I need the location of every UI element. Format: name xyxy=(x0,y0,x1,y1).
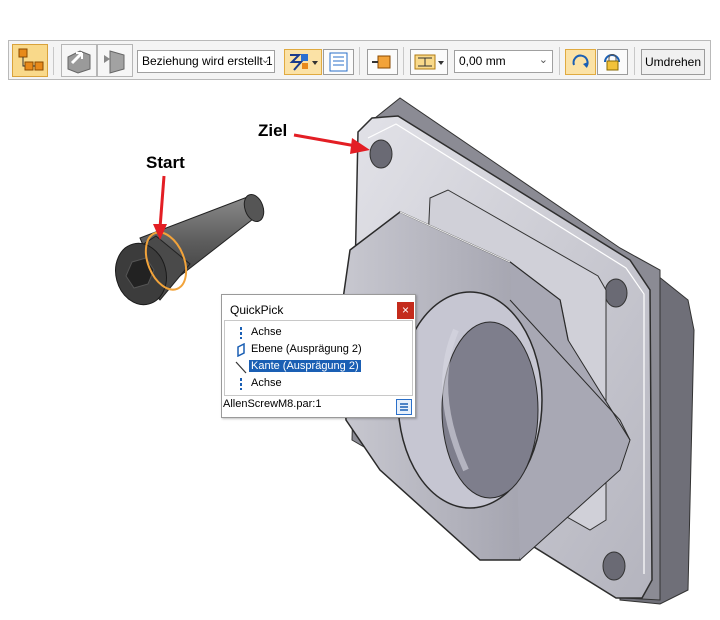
offset-type-button[interactable] xyxy=(410,49,448,75)
edge-icon xyxy=(235,361,247,374)
place-part-icon xyxy=(372,55,391,69)
close-icon: × xyxy=(401,303,409,317)
mounting-hole-top-left[interactable] xyxy=(369,139,393,169)
offset-measure-icon xyxy=(414,54,444,70)
relationship-combo[interactable]: Beziehung wird erstellt 1 ⌄ xyxy=(137,50,275,73)
list-item[interactable]: Achse xyxy=(225,325,410,341)
assembly-options-button[interactable] xyxy=(12,44,48,77)
part-select-icon xyxy=(67,50,91,74)
axis-icon xyxy=(240,378,242,390)
flip-button[interactable]: Umdrehen xyxy=(641,49,705,75)
mounting-hole-top-right[interactable] xyxy=(604,278,628,308)
list-item[interactable]: Kante (Ausprägung 2) xyxy=(225,359,410,375)
quickpick-list: Achse Ebene (Ausprägung 2) Kante (Ausprä… xyxy=(224,320,413,396)
relationship-type-button[interactable] xyxy=(284,49,322,75)
relationship-list-button[interactable] xyxy=(323,49,354,75)
assembly-relationship-icon xyxy=(18,48,44,71)
target-part-icon xyxy=(104,50,125,74)
chevron-down-icon: ⌄ xyxy=(538,54,548,66)
rotate-arrow-icon xyxy=(572,54,589,68)
list-icon xyxy=(400,403,408,411)
target-part-button[interactable] xyxy=(97,44,133,77)
list-icon xyxy=(329,52,348,72)
mate-relationship-icon xyxy=(289,54,318,71)
offset-value-combo[interactable]: 0,00 mm ⌄ xyxy=(454,50,553,73)
assembly-command-bar: Beziehung wird erstellt 1 ⌄ 0,00 mm ⌄ Um… xyxy=(8,40,711,80)
list-item[interactable]: Achse xyxy=(225,376,410,392)
list-item-label: Achse xyxy=(251,377,282,389)
list-view-button[interactable] xyxy=(396,399,412,415)
rotate-button[interactable] xyxy=(565,49,596,75)
list-item-label: Achse xyxy=(251,326,282,338)
place-part-button[interactable] xyxy=(367,49,398,75)
close-button[interactable]: × xyxy=(397,302,414,319)
quickpick-status: AllenScrewM8.par:1 xyxy=(223,398,322,410)
start-label: Start xyxy=(146,153,185,172)
axis-icon xyxy=(240,327,242,339)
lock-rotation-button[interactable] xyxy=(597,49,628,75)
list-item[interactable]: Ebene (Ausprägung 2) xyxy=(225,342,410,358)
offset-value: 0,00 mm xyxy=(459,54,506,68)
allen-screw[interactable] xyxy=(109,192,267,311)
quickpick-title: QuickPick xyxy=(230,303,284,317)
quickpick-dialog: QuickPick × Achse Ebene (Ausprägung 2) K… xyxy=(221,294,416,418)
list-item-label: Ebene (Ausprägung 2) xyxy=(251,343,362,355)
chevron-down-icon: ⌄ xyxy=(260,54,270,66)
lock-rotate-icon xyxy=(604,54,620,71)
list-item-label: Kante (Ausprägung 2) xyxy=(248,359,362,373)
relationship-combo-value: Beziehung wird erstellt 1 xyxy=(142,54,273,68)
target-label: Ziel xyxy=(258,121,288,140)
plane-icon xyxy=(237,343,245,357)
select-part-button[interactable] xyxy=(61,44,97,77)
mounting-hole-bottom-right[interactable] xyxy=(602,551,626,581)
